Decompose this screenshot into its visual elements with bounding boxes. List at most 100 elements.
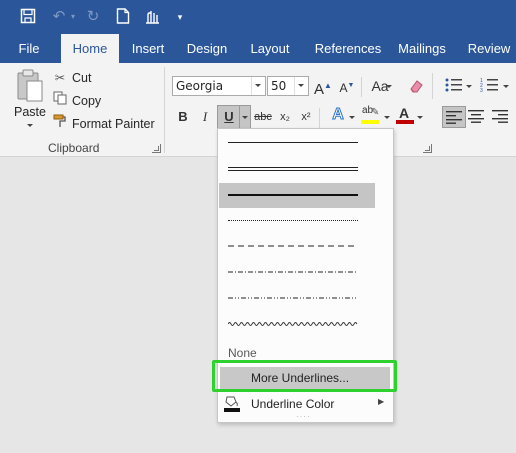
undo-icon[interactable]: ↶ [50,8,68,26]
copy-icon [52,91,68,111]
font-size-combo[interactable]: 50 [267,76,309,96]
ribbon-tab-row: File Home Insert Design Layout Reference… [0,34,516,63]
cut-label: Cut [72,71,92,85]
grow-font-label: A [314,81,325,98]
font-family-dropdown-icon[interactable] [251,77,265,95]
underline-button-pressed[interactable]: U [217,105,251,129]
submenu-arrow-icon: ▶ [378,397,385,406]
grow-font-button[interactable]: A▲ [314,76,332,98]
align-right-button[interactable] [492,109,510,125]
tab-insert[interactable]: Insert [126,34,170,63]
copy-button[interactable]: Copy [52,91,101,111]
svg-text:3: 3 [480,88,483,93]
font-size-dropdown-icon[interactable] [294,77,308,95]
highlight-annotation-box [212,360,397,392]
clipboard-group-label: Clipboard [48,141,100,155]
scissors-icon: ✂ [54,71,66,85]
font-color-swatch [396,120,414,124]
font-family-combo[interactable]: Georgia [172,76,266,96]
group-separator [164,67,165,153]
copy-label: Copy [72,94,102,108]
single-underline-sample [228,142,358,143]
font-color-letter-icon: A [399,105,410,121]
tab-home[interactable]: Home [61,34,119,63]
dashed-underline-sample [228,245,358,247]
strikethrough-button[interactable]: abc [253,107,273,127]
highlight-dropdown-icon[interactable] [384,116,390,119]
menu-resize-grip-icon[interactable]: ···· [296,413,314,421]
format-painter-icon [52,114,68,134]
tab-layout[interactable]: Layout [244,34,296,63]
format-painter-label: Format Painter [72,117,155,131]
underline-option-double[interactable] [219,157,392,181]
split-divider [239,106,240,128]
tab-review[interactable]: Review [464,34,514,63]
numbering-icon: 1 2 3 [480,78,498,94]
undo-dropdown-icon[interactable]: ▾ [68,8,78,26]
underline-option-wave[interactable] [219,313,392,337]
align-center-button[interactable] [468,109,486,125]
new-document-icon[interactable] [114,8,132,26]
clear-formatting-button[interactable] [404,76,428,96]
numbering-button[interactable]: 1 2 3 [480,77,500,95]
underline-color-icon [224,396,240,412]
paste-button[interactable]: Paste [12,67,48,129]
highlight-color-swatch [361,120,379,124]
bullets-dropdown-icon[interactable] [466,85,472,88]
change-case-dropdown-icon[interactable] [386,85,392,88]
cut-button[interactable]: ✂ Cut [52,68,92,88]
font-family-value: Georgia [176,79,224,93]
underline-option-dot-dot-dash[interactable] [219,287,392,311]
subscript-button[interactable]: x₂ [276,107,294,127]
underline-color-item[interactable]: Underline Color ▶ [220,394,390,414]
font-color-button[interactable]: A [395,105,415,127]
underline-option-thick[interactable] [219,183,375,208]
numbering-dropdown-icon[interactable] [503,85,509,88]
wave-underline-sample [228,322,358,326]
tab-file[interactable]: File [10,34,48,63]
align-left-icon [446,111,462,124]
shrink-font-label: A [339,81,348,95]
dot-dash-underline-sample [228,271,358,273]
font-size-value: 50 [271,79,287,93]
customize-icon[interactable]: ▾ [174,8,186,26]
paste-label: Paste [14,105,46,119]
font-separator [319,108,320,128]
tab-mailings[interactable]: Mailings [394,34,450,63]
touch-mode-icon[interactable] [142,8,162,26]
align-center-icon [468,110,484,123]
align-left-button[interactable] [442,106,466,128]
paste-dropdown-icon [27,124,33,127]
underline-option-dotted[interactable] [219,209,392,233]
underline-dropdown-icon[interactable] [242,116,248,119]
dotted-underline-sample [228,220,358,221]
underline-button[interactable]: U [220,107,238,127]
clipboard-dialog-launcher-icon[interactable] [152,144,161,153]
paste-icon [17,69,43,102]
double-underline-sample-lower [228,170,358,171]
group-separator [432,73,433,99]
save-icon[interactable] [18,8,38,26]
underline-option-dashed[interactable] [219,235,392,259]
shrink-font-button[interactable]: A▼ [338,76,356,96]
italic-button[interactable]: I [196,107,214,127]
underline-option-single[interactable] [219,131,392,155]
align-right-icon [492,110,508,123]
underline-color-label: Underline Color [251,397,335,411]
tab-references[interactable]: References [308,34,388,63]
underline-none-item[interactable]: None [228,346,257,360]
underline-option-dot-dash[interactable] [219,261,392,285]
bold-button[interactable]: B [174,107,192,127]
bullets-icon [445,78,462,92]
redo-icon[interactable]: ↻ [84,8,102,26]
text-effects-button[interactable]: A [330,105,346,125]
tab-design[interactable]: Design [183,34,231,63]
bullets-button[interactable] [444,77,464,95]
highlighter-pen-icon: ✎ [371,107,380,118]
highlight-button[interactable]: ab ✎ [360,105,382,127]
superscript-button[interactable]: x² [297,107,315,127]
text-effects-dropdown-icon[interactable] [349,116,355,119]
font-color-dropdown-icon[interactable] [417,116,423,119]
format-painter-button[interactable]: Format Painter [52,114,155,134]
font-dialog-launcher-icon[interactable] [423,144,432,153]
